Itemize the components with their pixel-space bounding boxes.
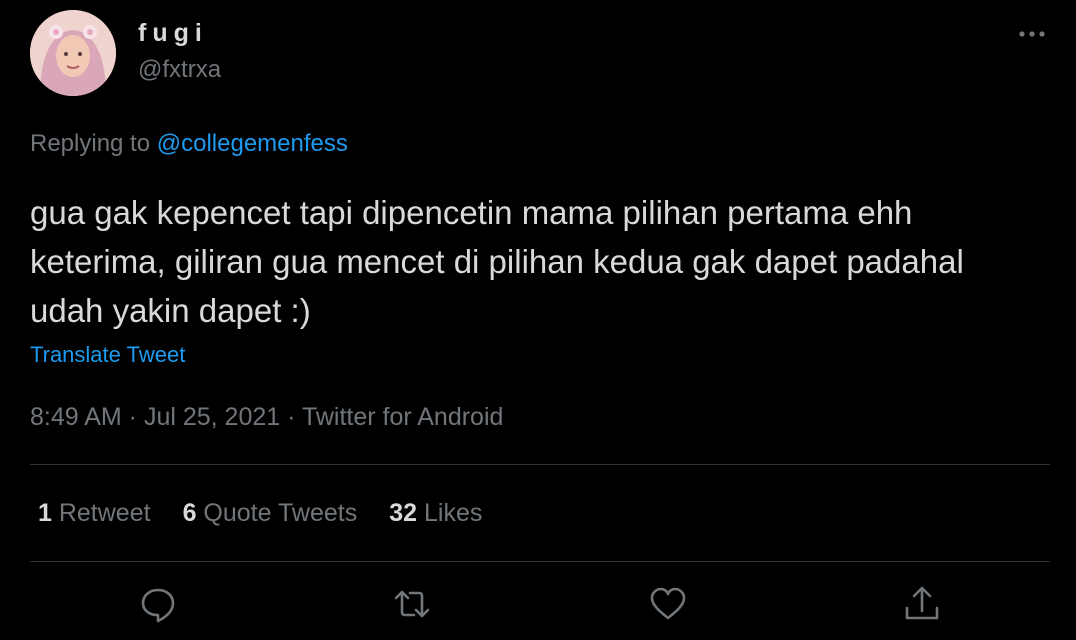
- tweet-text: gua gak kepencet tapi dipencetin mama pi…: [30, 194, 964, 329]
- quote-tweets-label: Quote Tweets: [196, 499, 358, 527]
- meta-separator: ·: [121, 403, 144, 431]
- tweet-source[interactable]: Twitter for Android: [302, 403, 503, 431]
- display-name[interactable]: fugi: [138, 18, 208, 48]
- more-icon: [1019, 31, 1045, 37]
- retweets-stat[interactable]: 1 Retweet: [38, 497, 151, 529]
- user-handle[interactable]: @fxtrxa: [138, 55, 221, 85]
- replying-to: Replying to @collegemenfess: [30, 128, 348, 160]
- tweet-time[interactable]: 8:49 AM: [30, 403, 122, 431]
- quote-tweets-count: 6: [182, 499, 197, 527]
- tweet-detail: fugi @fxtrxa Replying to @collegemenfess…: [0, 0, 1076, 640]
- likes-count: 32: [389, 499, 418, 527]
- reply-mention-link[interactable]: @collegemenfess: [157, 130, 348, 157]
- reply-icon: [141, 588, 175, 623]
- like-button[interactable]: [648, 584, 688, 624]
- likes-label: Likes: [417, 499, 483, 527]
- retweet-button[interactable]: [392, 584, 432, 624]
- tweet-metadata: 8:49 AM · Jul 25, 2021 · Twitter for And…: [30, 401, 503, 433]
- share-icon: [905, 586, 939, 620]
- like-icon: [650, 587, 686, 620]
- divider: [30, 561, 1050, 562]
- replying-to-label: Replying to: [30, 130, 157, 157]
- translate-tweet-link[interactable]: Translate Tweet: [30, 341, 185, 369]
- avatar[interactable]: [30, 10, 116, 96]
- retweet-icon: [394, 590, 430, 618]
- profile-photo: [30, 10, 116, 96]
- tweet-date[interactable]: Jul 25, 2021: [144, 403, 280, 431]
- quote-tweets-stat[interactable]: 6 Quote Tweets: [183, 497, 358, 529]
- meta-separator: ·: [280, 403, 302, 431]
- retweets-count: 1: [38, 499, 52, 527]
- divider: [30, 464, 1050, 465]
- tweet-stats: 1 Retweet 6 Quote Tweets 32 Likes: [38, 497, 514, 529]
- more-options-button[interactable]: [1012, 24, 1052, 44]
- reply-button[interactable]: [138, 584, 178, 624]
- retweets-label: Retweet: [51, 499, 151, 527]
- likes-stat[interactable]: 32 Likes: [389, 497, 482, 529]
- share-button[interactable]: [902, 584, 942, 624]
